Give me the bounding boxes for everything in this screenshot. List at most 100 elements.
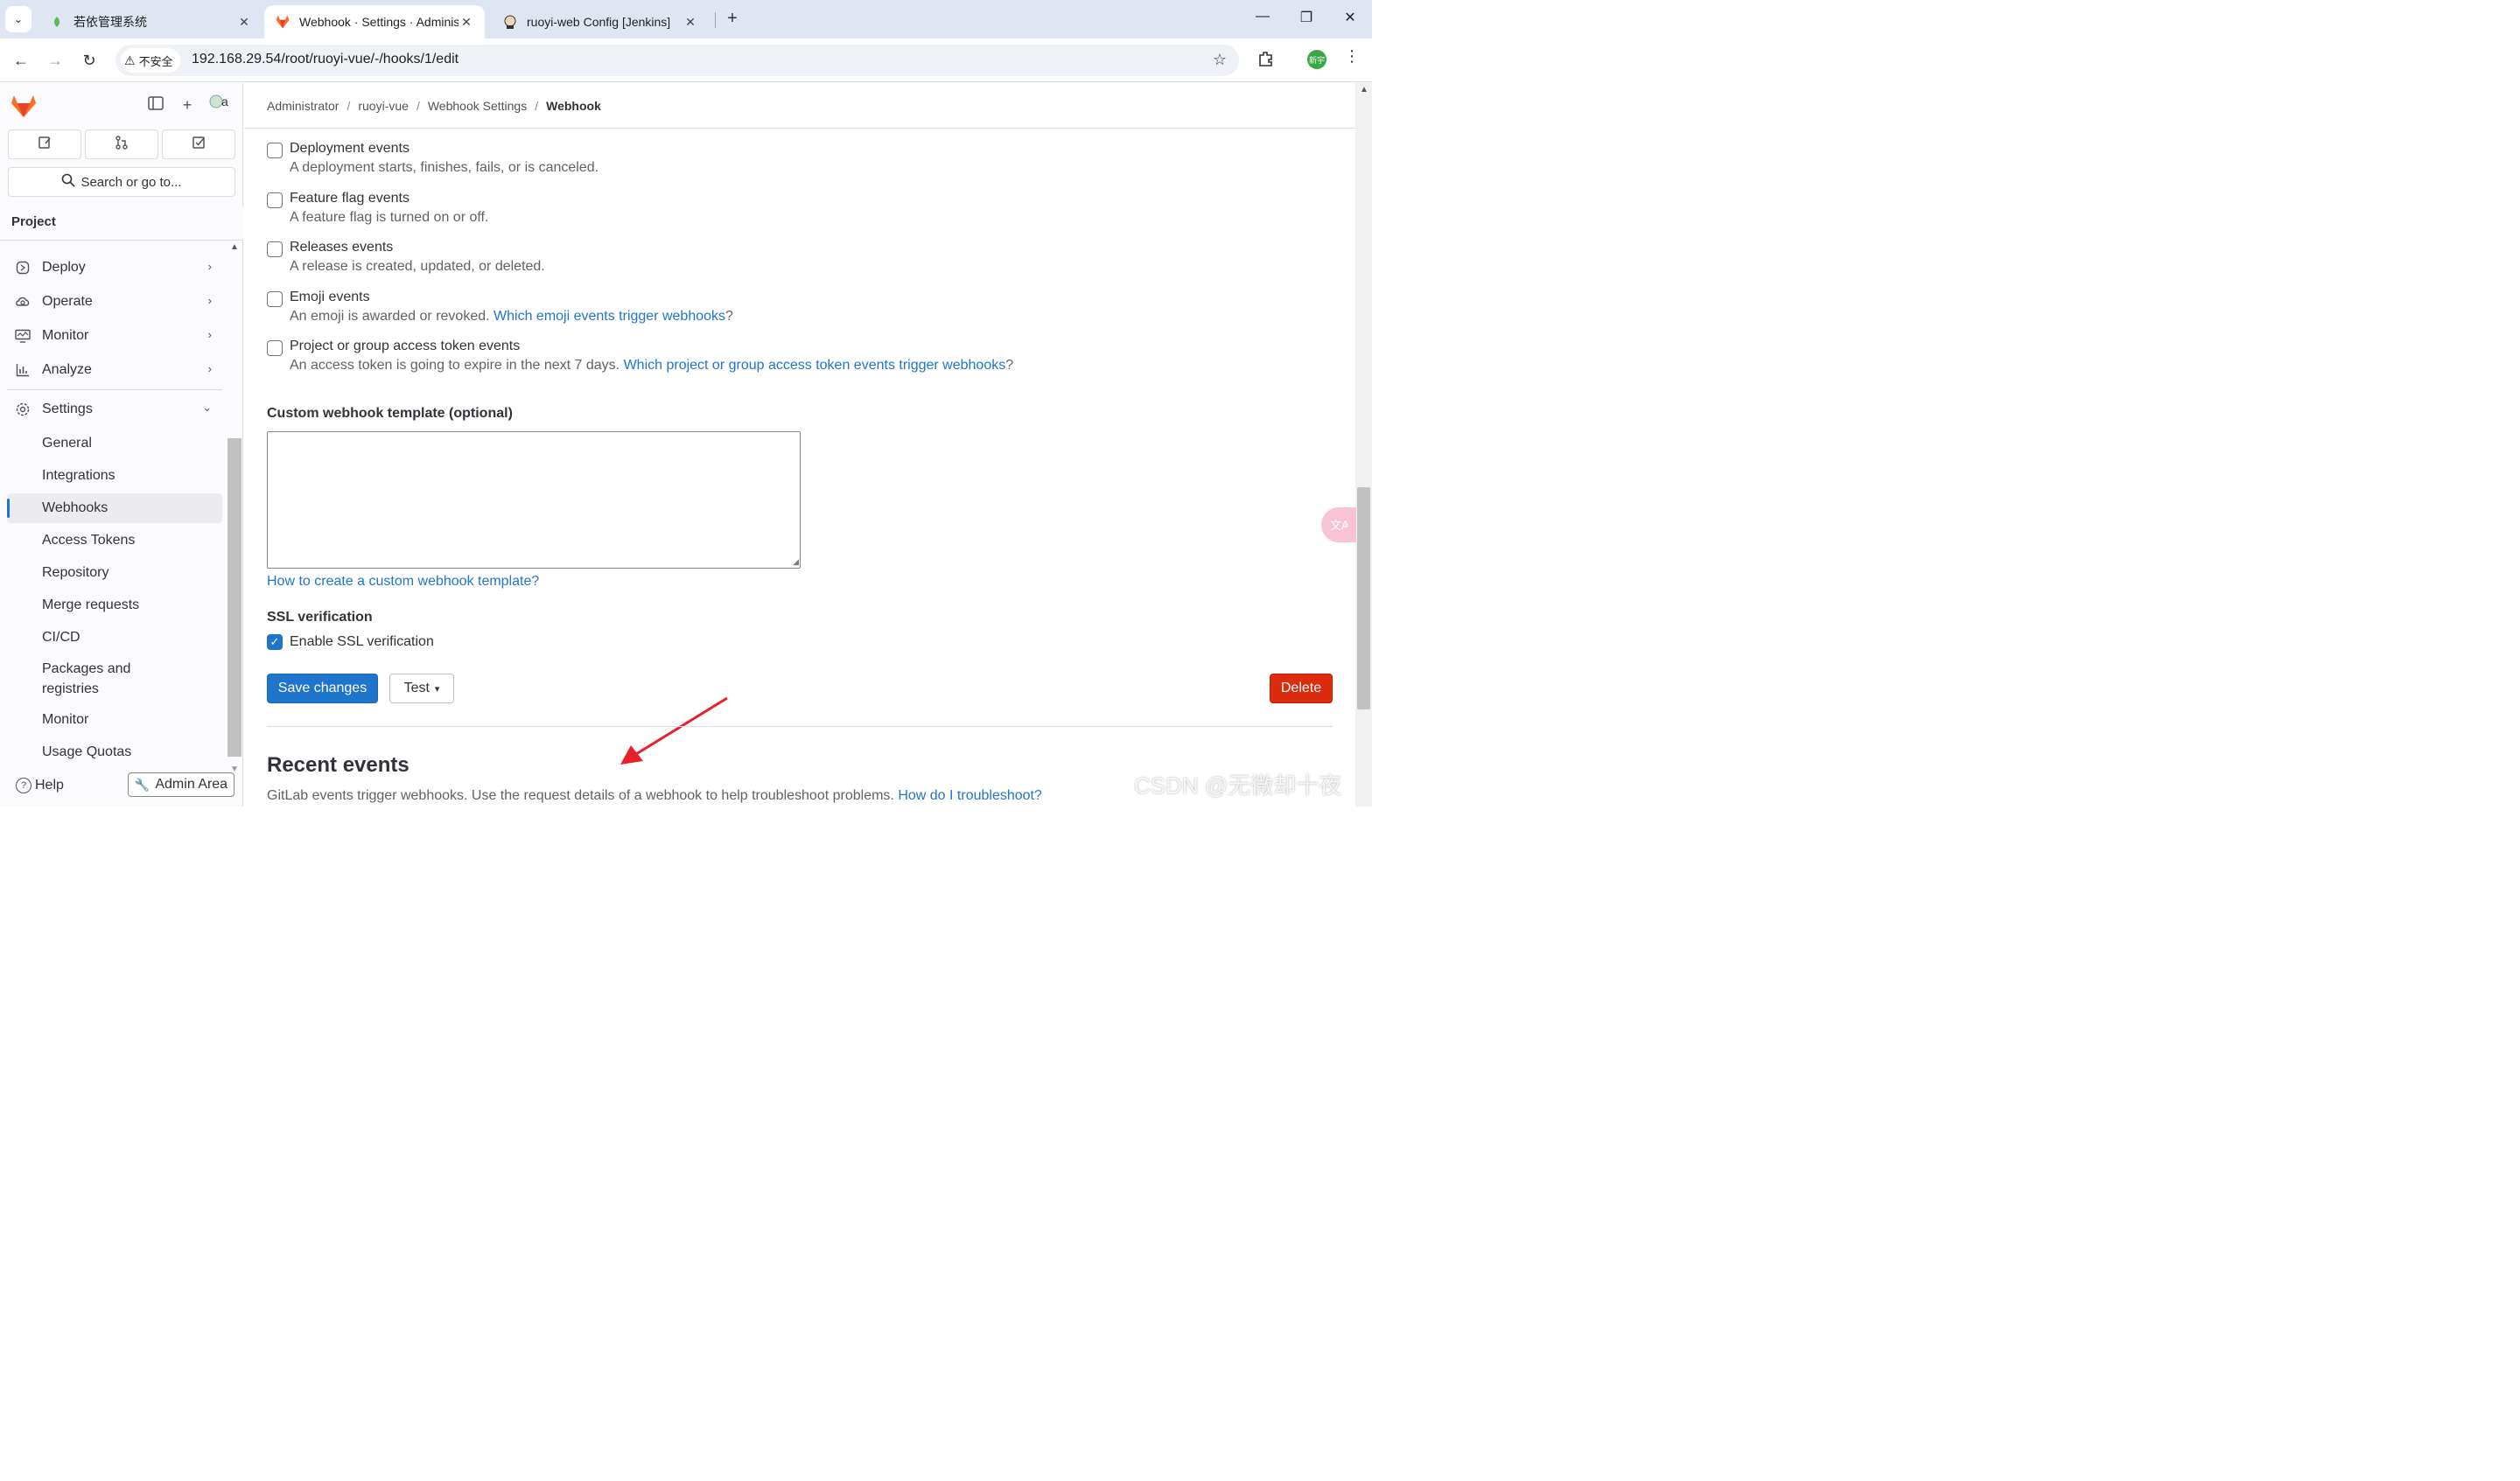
sidebar-toggle-icon[interactable] [146,95,165,115]
releases-events-checkbox[interactable] [267,241,283,257]
scroll-up-arrow-icon[interactable]: ▲ [230,242,239,252]
issues-quick-button[interactable] [8,129,81,159]
security-indicator[interactable]: ⚠ 不安全 [121,48,180,73]
sidebar-scrollbar[interactable]: ▲ ▼ [228,242,242,774]
search-button[interactable]: Search or go to... [8,167,235,197]
ssl-verification-checkbox[interactable]: ✓ [267,634,283,650]
back-arrow-icon[interactable]: ← [10,49,32,72]
test-label: Test [403,681,430,695]
sidebar-item-integrations[interactable]: Integrations [7,461,222,491]
event-label[interactable]: Emoji events [290,290,370,305]
user-avatar[interactable]: a [208,94,231,116]
emoji-events-help-link[interactable]: Which emoji events trigger webhooks [494,309,725,324]
troubleshoot-link[interactable]: How do I troubleshoot? [898,788,1042,803]
sidebar-item-monitor-settings[interactable]: Monitor [7,705,222,735]
scroll-up-arrow-icon[interactable]: ▲ [1360,85,1368,94]
sidebar-item-cicd[interactable]: CI/CD [7,623,222,653]
admin-area-button[interactable]: 🔧 Admin Area [128,772,234,797]
merge-requests-quick-button[interactable] [85,129,158,159]
restore-icon[interactable]: ❐ [1296,9,1317,26]
deployment-events-checkbox[interactable] [267,143,283,158]
sidebar-item-access-tokens[interactable]: Access Tokens [7,526,222,555]
url-text[interactable]: 192.168.29.54/root/ruoyi-vue/-/hooks/1/e… [192,52,458,67]
help-button[interactable]: ? Help [16,778,64,793]
breadcrumb-project[interactable]: ruoyi-vue [358,99,409,113]
close-tab-icon[interactable]: ✕ [458,15,474,30]
event-label[interactable]: Releases events [290,240,393,255]
sidebar-header: + a [0,83,243,127]
sidebar-item-settings[interactable]: Settings ⌄ [7,395,222,424]
minimize-icon[interactable]: — [1252,9,1273,24]
page-scrollbar-thumb[interactable] [1357,487,1370,709]
access-token-events-checkbox[interactable] [267,340,283,356]
breadcrumb: Administrator / ruoyi-vue / Webhook Sett… [244,83,1355,129]
deploy-icon [14,259,32,276]
security-label: 不安全 [138,54,173,68]
recent-events-title: Recent events [267,753,410,777]
address-bar[interactable]: ⚠ 不安全 192.168.29.54/root/ruoyi-vue/-/hoo… [116,45,1239,76]
ssl-verification-label[interactable]: Enable SSL verification [290,634,434,650]
tab-title: ruoyi-web Config [Jenkins] [527,15,671,29]
close-tab-icon[interactable]: ✕ [682,15,698,30]
event-description: An emoji is awarded or revoked. Which em… [290,309,733,324]
feature-flag-events-checkbox[interactable] [267,192,283,208]
event-label[interactable]: Feature flag events [290,191,410,206]
event-description: A feature flag is turned on or off. [290,210,489,225]
emoji-events-checkbox[interactable] [267,291,283,307]
translate-extension-icon[interactable]: 文A [1321,507,1356,542]
gitlab-logo-icon[interactable] [10,94,37,122]
breadcrumb-administrator[interactable]: Administrator [267,99,339,113]
profile-avatar[interactable]: 新宇 [1307,50,1326,69]
gitlab-tanuki-icon [275,14,290,30]
browser-tab-jenkins[interactable]: ruoyi-web Config [Jenkins] ✕ [492,5,709,38]
sidebar-item-webhooks[interactable]: Webhooks [7,493,222,523]
access-token-events-help-link[interactable]: Which project or group access token even… [624,358,1006,373]
bookmark-star-icon[interactable]: ☆ [1213,51,1227,69]
sidebar-item-operate[interactable]: Operate › [7,287,222,317]
todos-quick-button[interactable] [162,129,235,159]
sidebar-item-repository[interactable]: Repository [7,558,222,588]
browser-tab-ruoyi[interactable]: 若依管理系统 ✕ [38,5,262,38]
sidebar-item-analyze[interactable]: Analyze › [7,355,222,385]
forward-arrow-icon[interactable]: → [44,49,66,72]
monitor-icon [14,327,32,345]
extensions-puzzle-icon[interactable] [1256,49,1276,68]
breadcrumb-webhook-settings[interactable]: Webhook Settings [428,99,527,113]
create-new-plus-icon[interactable]: + [178,95,197,115]
close-tab-icon[interactable]: ✕ [236,15,252,30]
nav-label: Analyze [42,362,92,377]
sidebar-item-packages-registries[interactable]: Packages and registries [7,659,147,701]
delete-button[interactable]: Delete [1270,674,1333,703]
breadcrumb-current: Webhook [546,98,601,113]
help-label: Help [35,778,64,793]
sidebar-item-merge-requests[interactable]: Merge requests [7,590,222,620]
window-close-icon[interactable]: ✕ [1340,9,1361,26]
test-dropdown-button[interactable]: Test ▾ [389,674,454,703]
browser-menu-icon[interactable]: ⋮ [1344,47,1360,66]
page-scrollbar[interactable]: ▲ [1355,83,1372,807]
chevron-down-icon: ▾ [434,683,440,695]
nav-label: Deploy [42,260,86,275]
event-description: A deployment starts, finishes, fails, or… [290,160,599,175]
scrollbar-thumb[interactable] [228,438,242,757]
watermark: CSDN @无微却十夜 [1134,772,1342,799]
reload-icon[interactable]: ↻ [78,49,101,72]
browser-tab-webhook[interactable]: Webhook · Settings · Adminis ✕ [264,5,485,38]
event-label[interactable]: Project or group access token events [290,339,520,354]
sidebar-item-monitor[interactable]: Monitor › [7,321,222,351]
resize-grip-icon[interactable]: ◢ [793,557,799,567]
sidebar-item-general[interactable]: General [7,429,222,458]
custom-template-textarea[interactable]: ◢ [267,431,801,569]
event-description: An access token is going to expire in th… [290,358,1014,373]
nav-label: Settings [42,402,93,416]
issues-icon [38,136,52,154]
sidebar-item-usage-quotas[interactable]: Usage Quotas [7,737,222,767]
save-changes-button[interactable]: Save changes [267,674,378,703]
tab-title: 若依管理系统 [74,15,147,29]
section-divider [267,726,1333,727]
tab-search-chevron-icon[interactable]: ⌄ [5,6,32,32]
new-tab-plus-icon[interactable]: + [723,9,742,28]
custom-template-help-link[interactable]: How to create a custom webhook template? [267,574,539,590]
sidebar-item-deploy[interactable]: Deploy › [7,253,222,283]
event-label[interactable]: Deployment events [290,141,410,157]
